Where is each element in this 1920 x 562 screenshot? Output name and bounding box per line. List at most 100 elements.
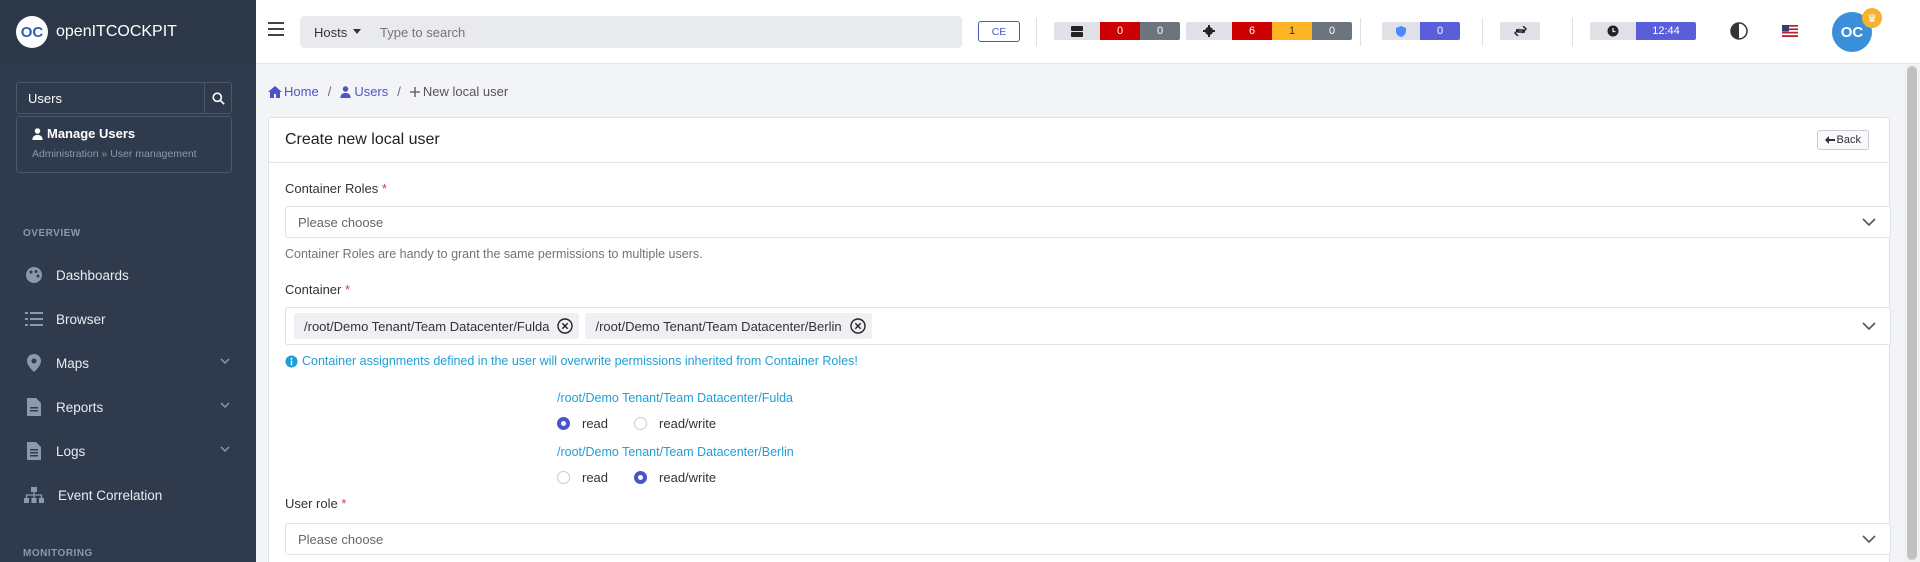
close-circle-icon bbox=[849, 318, 866, 334]
sidebar-item-maps[interactable]: Maps bbox=[0, 342, 256, 384]
hosts-unreachable-count[interactable]: 0 bbox=[1140, 22, 1180, 40]
permission-radio-group: read read/write bbox=[557, 470, 732, 485]
sidebar-item-event-correlation[interactable]: Event Correlation bbox=[0, 474, 256, 516]
sidebar-search bbox=[16, 82, 232, 114]
palette-icon bbox=[24, 265, 44, 285]
close-circle-icon bbox=[557, 318, 574, 334]
read-radio[interactable]: read bbox=[557, 470, 608, 485]
breadcrumb: Home / Users / New local user bbox=[268, 84, 508, 99]
host-status-counter[interactable]: 0 0 bbox=[1054, 22, 1180, 40]
scrollbar-thumb[interactable] bbox=[1907, 66, 1917, 560]
container-select[interactable]: /root/Demo Tenant/Team Datacenter/Fulda … bbox=[285, 307, 1891, 345]
search-type-dropdown[interactable]: Hosts bbox=[300, 25, 366, 40]
hosts-down-count[interactable]: 0 bbox=[1100, 22, 1140, 40]
container-tag: /root/Demo Tenant/Team Datacenter/Berlin bbox=[585, 313, 872, 339]
sidebar-search-input[interactable] bbox=[17, 83, 204, 113]
container-info-message: Container assignments defined in the use… bbox=[285, 354, 858, 368]
sidebar-item-label: Event Correlation bbox=[58, 487, 163, 503]
divider bbox=[1572, 18, 1573, 46]
search-icon bbox=[211, 91, 225, 105]
user-role-select[interactable]: Please choose bbox=[285, 523, 1891, 555]
card-header: Create new local user Back bbox=[269, 118, 1889, 163]
global-search: Hosts bbox=[300, 16, 962, 48]
sidebar-item-browser[interactable]: Browser bbox=[0, 298, 256, 340]
brand[interactable]: OC openITCOCKPIT bbox=[0, 0, 256, 64]
file-text-icon bbox=[24, 441, 44, 461]
chevron-down-icon bbox=[220, 446, 230, 453]
shield-icon bbox=[1382, 22, 1420, 40]
sidebar-search-button[interactable] bbox=[204, 83, 231, 113]
breadcrumb-current: New local user bbox=[409, 84, 508, 99]
plus-icon bbox=[409, 86, 420, 97]
sidebar-section-overview: OVERVIEW bbox=[23, 228, 81, 239]
crown-icon: ♛ bbox=[1862, 8, 1882, 28]
divider bbox=[1360, 18, 1361, 46]
language-flag-icon[interactable] bbox=[1782, 25, 1798, 37]
shield-counter[interactable]: 0 bbox=[1382, 22, 1460, 40]
user-role-label: User role * bbox=[285, 496, 347, 511]
container-roles-help: Container Roles are handy to grant the s… bbox=[285, 247, 703, 261]
shield-count[interactable]: 0 bbox=[1420, 22, 1460, 40]
sidebar: OC openITCOCKPIT Manage Users Administra… bbox=[0, 0, 256, 562]
sidebar-item-label: Logs bbox=[56, 443, 86, 459]
clock-time: 12:44 bbox=[1636, 22, 1696, 40]
user-icon bbox=[340, 85, 351, 98]
read-write-radio[interactable]: read/write bbox=[634, 416, 716, 431]
server-clock: 12:44 bbox=[1590, 22, 1696, 40]
back-button[interactable]: Back bbox=[1816, 130, 1869, 150]
sidebar-search-result[interactable]: Manage Users Administration » User manag… bbox=[16, 116, 232, 173]
sidebar-item-label: Reports bbox=[56, 399, 104, 415]
sidebar-item-label: Dashboards bbox=[56, 267, 129, 283]
permission-radio-group: read read/write bbox=[557, 416, 732, 431]
service-status-counter[interactable]: 6 1 0 bbox=[1186, 22, 1352, 40]
permission-path: /root/Demo Tenant/Team Datacenter/Berlin bbox=[557, 445, 794, 459]
global-search-input[interactable] bbox=[380, 24, 962, 40]
sidebar-result-title: Manage Users bbox=[47, 126, 136, 141]
theme-toggle-icon[interactable] bbox=[1730, 22, 1748, 40]
sidebar-item-logs[interactable]: Logs bbox=[0, 430, 256, 472]
chevron-down-icon bbox=[220, 358, 230, 365]
chevron-down-icon bbox=[1862, 534, 1876, 543]
remove-tag-button[interactable] bbox=[557, 318, 574, 334]
sitemap-icon bbox=[24, 485, 44, 505]
sidebar-item-label: Browser bbox=[56, 311, 106, 327]
remove-tag-button[interactable] bbox=[849, 318, 866, 334]
gear-icon bbox=[1186, 22, 1232, 40]
services-critical-count[interactable]: 6 bbox=[1232, 22, 1272, 40]
hamburger-icon[interactable] bbox=[268, 22, 284, 36]
container-tag: /root/Demo Tenant/Team Datacenter/Fulda bbox=[294, 313, 580, 339]
chevron-down-icon bbox=[1862, 321, 1876, 330]
brand-logo: OC bbox=[16, 16, 48, 48]
refresh-icon bbox=[1500, 22, 1540, 40]
map-marker-icon bbox=[24, 353, 44, 373]
services-unknown-count[interactable]: 0 bbox=[1312, 22, 1352, 40]
read-radio[interactable]: read bbox=[557, 416, 608, 431]
edition-badge: CE bbox=[978, 21, 1020, 42]
divider bbox=[1482, 18, 1483, 46]
home-icon bbox=[268, 85, 282, 98]
page-scrollbar[interactable] bbox=[1904, 64, 1920, 562]
divider bbox=[1036, 18, 1037, 46]
file-icon bbox=[24, 397, 44, 417]
brand-name: openITCOCKPIT bbox=[56, 23, 177, 40]
caret-down-icon bbox=[353, 29, 362, 34]
chevron-down-icon bbox=[1862, 217, 1876, 226]
sidebar-item-reports[interactable]: Reports bbox=[0, 386, 256, 428]
clock-icon bbox=[1590, 22, 1636, 40]
container-label: Container * bbox=[285, 282, 351, 297]
chevron-down-icon bbox=[220, 402, 230, 409]
read-write-radio[interactable]: read/write bbox=[634, 470, 716, 485]
services-warning-count[interactable]: 1 bbox=[1272, 22, 1312, 40]
sidebar-item-label: Maps bbox=[56, 355, 90, 371]
sidebar-result-subtitle: Administration » User management bbox=[32, 148, 197, 160]
user-icon bbox=[32, 127, 43, 140]
create-user-card: Create new local user Back Container Rol… bbox=[268, 117, 1891, 562]
container-roles-select[interactable]: Please choose bbox=[285, 206, 1891, 238]
server-icon bbox=[1054, 22, 1100, 40]
topbar: Hosts CE 0 0 6 1 0 0 bbox=[256, 0, 1920, 64]
breadcrumb-home[interactable]: Home bbox=[268, 84, 319, 99]
page-title: Create new local user bbox=[285, 131, 440, 148]
refresh-button[interactable] bbox=[1500, 22, 1540, 40]
breadcrumb-users[interactable]: Users bbox=[340, 84, 388, 99]
sidebar-item-dashboards[interactable]: Dashboards bbox=[0, 254, 256, 296]
